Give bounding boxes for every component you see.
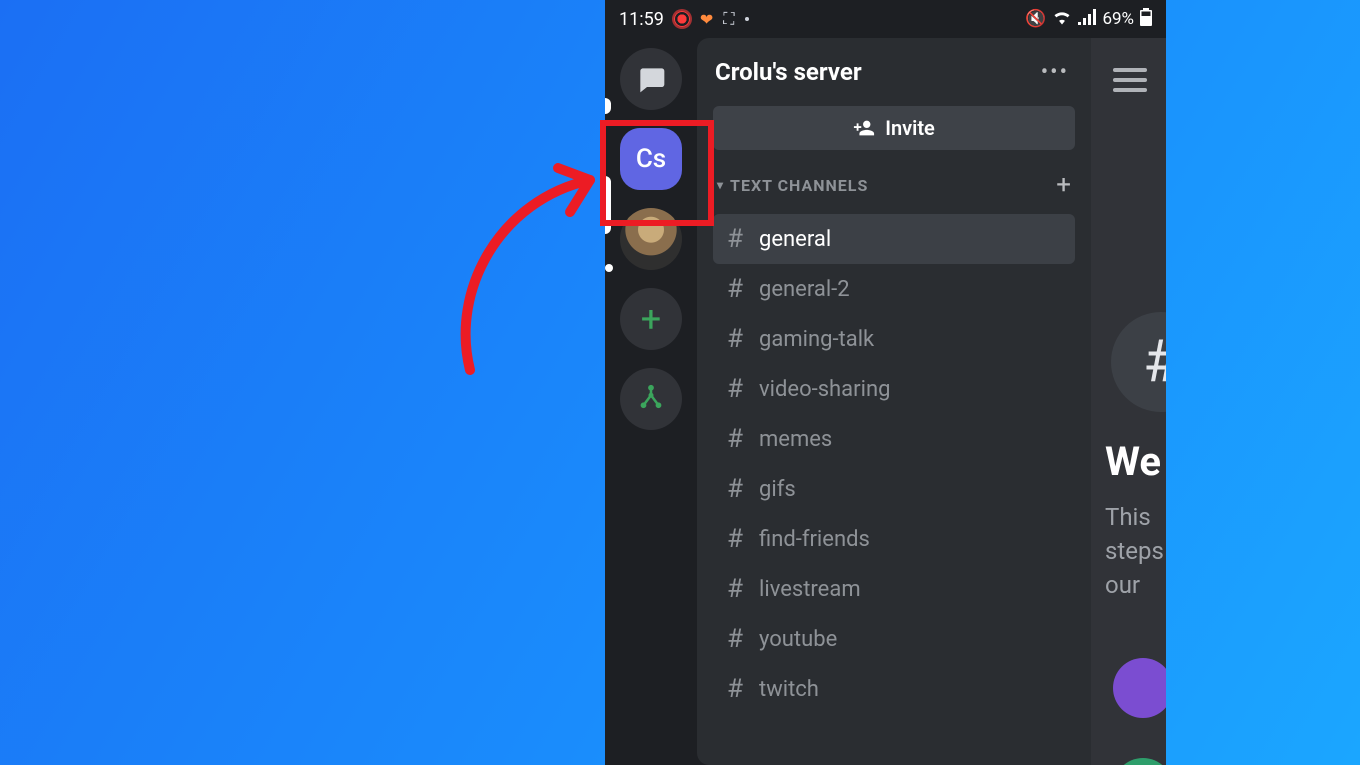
plus-icon: +: [641, 301, 661, 337]
signal-icon: [1078, 9, 1096, 30]
clock: 11:59: [619, 9, 664, 30]
channel-label: memes: [759, 427, 832, 452]
suggestion-bubble-2[interactable]: [1113, 758, 1166, 765]
channel-youtube[interactable]: # youtube: [713, 614, 1075, 664]
hash-icon: #: [725, 674, 745, 704]
server-title[interactable]: Crolu's server: [715, 58, 862, 86]
channel-label: find-friends: [759, 527, 870, 552]
text-channels-header[interactable]: ▾ TEXT CHANNELS: [717, 176, 868, 195]
battery-icon: [1140, 8, 1152, 31]
channel-list: # general # general-2 # gaming-talk # vi…: [713, 214, 1075, 714]
server-unread-pill: [605, 264, 613, 272]
channel-hero-hash-icon: #: [1111, 312, 1166, 412]
hash-icon: #: [725, 274, 745, 304]
channel-gifs[interactable]: # gifs: [713, 464, 1075, 514]
hamburger-menu-button[interactable]: [1113, 62, 1147, 98]
channel-label: general: [759, 227, 831, 252]
dm-unread-pill: [605, 98, 611, 114]
more-notifications-icon: [745, 17, 749, 21]
person-add-icon: [853, 117, 875, 139]
channel-label: livestream: [759, 577, 861, 602]
android-status-bar: 11:59 ❤ ⛶ 🔇 69%: [605, 0, 1166, 38]
channel-general-2[interactable]: # general-2: [713, 264, 1075, 314]
discover-hub-button[interactable]: [620, 368, 682, 430]
server-crolu[interactable]: Cs: [620, 128, 682, 190]
recording-indicator-icon: [674, 11, 690, 27]
hash-icon: #: [725, 324, 745, 354]
battery-percent: 69%: [1102, 9, 1134, 29]
chat-bubble-icon: [635, 63, 667, 95]
hub-icon: [636, 384, 666, 414]
hash-icon: #: [725, 624, 745, 654]
channel-label: gifs: [759, 477, 796, 502]
add-server-button[interactable]: +: [620, 288, 682, 350]
welcome-heading-fragment: We: [1105, 438, 1161, 485]
server-rail: Cs +: [605, 38, 697, 765]
discord-mobile-app: 11:59 ❤ ⛶ 🔇 69%: [605, 0, 1166, 765]
hash-icon: #: [725, 474, 745, 504]
suggestion-bubble-1[interactable]: [1113, 658, 1166, 718]
hash-icon: #: [725, 574, 745, 604]
channel-label: general-2: [759, 277, 850, 302]
channel-gaming-talk[interactable]: # gaming-talk: [713, 314, 1075, 364]
mute-icon: 🔇: [1025, 9, 1046, 29]
channel-video-sharing[interactable]: # video-sharing: [713, 364, 1075, 414]
hash-icon: #: [725, 374, 745, 404]
annotation-arrow-icon: [440, 120, 620, 380]
wifi-icon: [1052, 9, 1072, 30]
channel-panel: Crolu's server ••• Invite ▾ TEXT CHANNEL…: [697, 38, 1091, 765]
channel-twitch[interactable]: # twitch: [713, 664, 1075, 714]
fullscreen-icon: ⛶: [723, 9, 731, 29]
server-options-button[interactable]: •••: [1041, 60, 1069, 85]
hash-icon: #: [725, 424, 745, 454]
hash-icon: #: [725, 524, 745, 554]
server-abbrev: Cs: [636, 144, 666, 174]
create-channel-button[interactable]: +: [1056, 170, 1071, 200]
channel-label: video-sharing: [759, 377, 890, 402]
channel-find-friends[interactable]: # find-friends: [713, 514, 1075, 564]
channel-livestream[interactable]: # livestream: [713, 564, 1075, 614]
channel-label: gaming-talk: [759, 327, 874, 352]
section-title-label: TEXT CHANNELS: [730, 176, 868, 195]
welcome-sub-fragment: This steps our: [1105, 500, 1164, 602]
channel-label: youtube: [759, 627, 837, 652]
server-avatar-2[interactable]: [620, 208, 682, 270]
invite-label: Invite: [885, 116, 935, 140]
active-server-pill: [605, 176, 611, 234]
channel-label: twitch: [759, 677, 819, 702]
chat-peek-pane[interactable]: # We This steps our: [1091, 38, 1166, 765]
heart-icon: ❤: [700, 10, 713, 29]
hash-icon: #: [725, 224, 745, 254]
invite-button[interactable]: Invite: [713, 106, 1075, 150]
channel-memes[interactable]: # memes: [713, 414, 1075, 464]
channel-general[interactable]: # general: [713, 214, 1075, 264]
chevron-down-icon: ▾: [717, 178, 724, 192]
direct-messages-button[interactable]: [620, 48, 682, 110]
